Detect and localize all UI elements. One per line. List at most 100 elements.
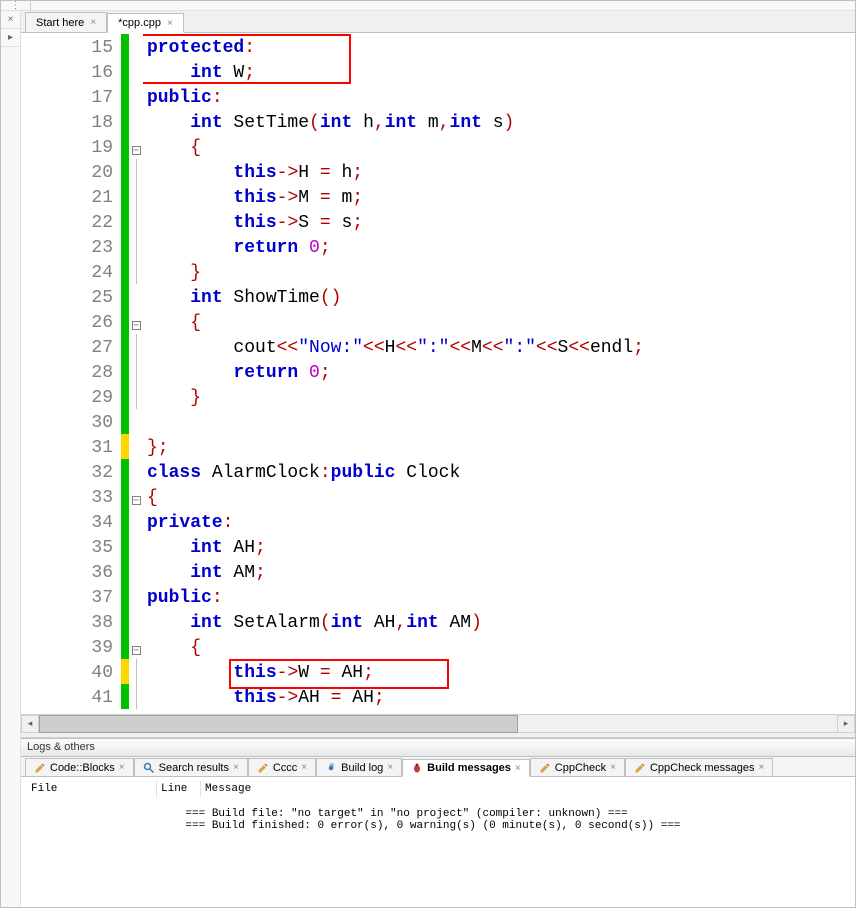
- code-line[interactable]: return 0;: [147, 236, 855, 261]
- fold-cell: −: [132, 309, 141, 334]
- code-line[interactable]: }: [147, 386, 855, 411]
- toolbar-grip[interactable]: ⋮: [1, 1, 31, 10]
- code-line[interactable]: this->W = AH;: [147, 661, 855, 686]
- close-side-pane-button[interactable]: ×: [1, 11, 20, 29]
- code-line[interactable]: [147, 411, 855, 436]
- line-number: 23: [25, 236, 113, 261]
- close-icon[interactable]: ×: [759, 762, 765, 773]
- log-tab-label: Search results: [159, 762, 229, 774]
- code-line[interactable]: };: [147, 436, 855, 461]
- scroll-thumb[interactable]: [39, 715, 518, 733]
- line-number: 29: [25, 386, 113, 411]
- log-tab-label: Cccc: [273, 762, 297, 774]
- code-line[interactable]: return 0;: [147, 361, 855, 386]
- close-icon[interactable]: ×: [119, 762, 125, 773]
- code-line[interactable]: this->AH = AH;: [147, 686, 855, 711]
- line-number: 26: [25, 311, 113, 336]
- code-line[interactable]: this->H = h;: [147, 161, 855, 186]
- scroll-right-button[interactable]: ▸: [837, 715, 855, 733]
- close-icon[interactable]: ×: [90, 17, 96, 28]
- log-header-file[interactable]: File: [27, 781, 157, 797]
- scroll-track[interactable]: [39, 715, 837, 733]
- code-line[interactable]: public:: [147, 586, 855, 611]
- code-line[interactable]: int W;: [147, 61, 855, 86]
- fold-toggle-icon[interactable]: −: [132, 646, 141, 655]
- code-line[interactable]: {: [147, 636, 855, 661]
- code-line[interactable]: int SetTime(int h,int m,int s): [147, 111, 855, 136]
- change-marker-green: [121, 309, 129, 334]
- left-pane-handles: × ▸: [1, 11, 21, 907]
- change-marker-green: [121, 409, 129, 434]
- code-line[interactable]: {: [147, 136, 855, 161]
- close-icon[interactable]: ×: [610, 762, 616, 773]
- code-line[interactable]: int SetAlarm(int AH,int AM): [147, 611, 855, 636]
- code-line[interactable]: this->S = s;: [147, 211, 855, 236]
- close-icon[interactable]: ×: [387, 762, 393, 773]
- code-editor[interactable]: 1516171819202122232425262728293031323334…: [21, 33, 855, 714]
- change-marker-green: [121, 34, 129, 59]
- top-toolbar-divider: ⋮: [1, 1, 855, 11]
- close-icon[interactable]: ×: [233, 762, 239, 773]
- code-line[interactable]: int AM;: [147, 561, 855, 586]
- code-line[interactable]: {: [147, 486, 855, 511]
- code-line[interactable]: int AH;: [147, 536, 855, 561]
- log-tab-build-messages[interactable]: Build messages×: [402, 759, 530, 777]
- horizontal-scrollbar[interactable]: ◂ ▸: [21, 714, 855, 732]
- log-tab-label: Build log: [341, 762, 383, 774]
- fold-toggle-icon[interactable]: −: [132, 321, 141, 330]
- log-header-message[interactable]: Message: [201, 781, 849, 797]
- bug-icon: [411, 762, 423, 774]
- editor-area: Start here×*cpp.cpp× 1516171819202122232…: [21, 11, 855, 907]
- log-tab-code-blocks[interactable]: Code::Blocks×: [25, 758, 134, 776]
- editor-tab-bar: Start here×*cpp.cpp×: [21, 11, 855, 33]
- log-tab-search-results[interactable]: Search results ×: [134, 758, 248, 776]
- gear-icon: [325, 762, 337, 774]
- code-line[interactable]: protected:: [147, 36, 855, 61]
- log-tab-cppcheck[interactable]: CppCheck×: [530, 758, 625, 776]
- code-line[interactable]: {: [147, 311, 855, 336]
- log-line[interactable]: === Build file: "no target" in "no proje…: [27, 808, 849, 820]
- editor-tab-0[interactable]: Start here×: [25, 12, 107, 32]
- line-number: 24: [25, 261, 113, 286]
- code-line[interactable]: public:: [147, 86, 855, 111]
- close-icon[interactable]: ×: [167, 18, 173, 29]
- log-tab-cppcheck-messages[interactable]: CppCheck messages×: [625, 758, 773, 776]
- editor-tab-1[interactable]: *cpp.cpp×: [107, 13, 184, 33]
- log-tab-build-log[interactable]: Build log ×: [316, 758, 402, 776]
- code-line[interactable]: private:: [147, 511, 855, 536]
- log-header-line[interactable]: Line: [157, 781, 201, 797]
- line-number: 37: [25, 586, 113, 611]
- change-marker-green: [121, 359, 129, 384]
- fold-toggle-icon[interactable]: −: [132, 146, 141, 155]
- code-line[interactable]: int ShowTime(): [147, 286, 855, 311]
- line-number: 30: [25, 411, 113, 436]
- change-marker-green: [121, 634, 129, 659]
- change-marker-green: [121, 484, 129, 509]
- line-number: 19: [25, 136, 113, 161]
- code-line[interactable]: class AlarmClock:public Clock: [147, 461, 855, 486]
- change-marker-green: [121, 59, 129, 84]
- line-number: 32: [25, 461, 113, 486]
- fold-column[interactable]: − − − −: [129, 34, 143, 714]
- fold-cell: −: [132, 484, 141, 509]
- expand-side-pane-button[interactable]: ▸: [1, 29, 20, 47]
- code-text[interactable]: protected: int W;public: int SetTime(int…: [143, 34, 855, 714]
- line-number: 33: [25, 486, 113, 511]
- logs-title-bar: Logs & others: [21, 739, 855, 757]
- line-number-gutter: 1516171819202122232425262728293031323334…: [21, 34, 121, 714]
- line-number: 27: [25, 336, 113, 361]
- close-icon[interactable]: ×: [301, 762, 307, 773]
- log-line[interactable]: === Build finished: 0 error(s), 0 warnin…: [27, 820, 849, 832]
- line-number: 35: [25, 536, 113, 561]
- log-tab-cccc[interactable]: Cccc ×: [248, 758, 316, 776]
- logs-body[interactable]: File Line Message === Build file: "no ta…: [21, 777, 855, 907]
- fold-toggle-icon[interactable]: −: [132, 496, 141, 505]
- scroll-left-button[interactable]: ◂: [21, 715, 39, 733]
- close-icon[interactable]: ×: [515, 763, 521, 774]
- code-line[interactable]: this->M = m;: [147, 186, 855, 211]
- line-number: 15: [25, 36, 113, 61]
- line-number: 39: [25, 636, 113, 661]
- code-line[interactable]: cout<<"Now:"<<H<<":"<<M<<":"<<S<<endl;: [147, 336, 855, 361]
- code-line[interactable]: }: [147, 261, 855, 286]
- line-number: 38: [25, 611, 113, 636]
